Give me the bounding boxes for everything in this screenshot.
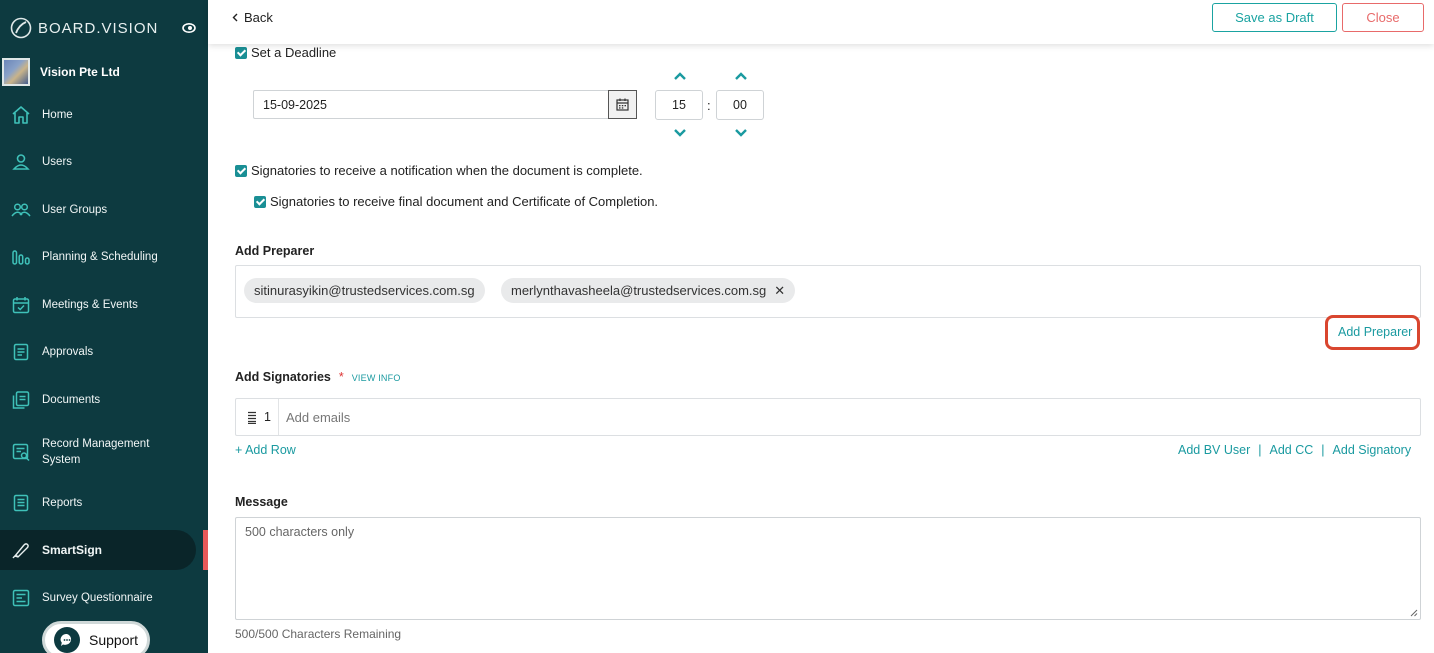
- sidebar-item-survey[interactable]: Survey Questionnaire: [0, 578, 205, 618]
- drag-handle-icon[interactable]: [247, 411, 257, 424]
- signatory-row-number: 1: [264, 410, 271, 424]
- view-info-link[interactable]: VIEW INFO: [352, 373, 401, 383]
- sidebar-item-label: Approvals: [42, 346, 94, 358]
- brand-name: BOARD.VISION: [38, 19, 159, 37]
- hour-up-chevron-icon[interactable]: [673, 72, 687, 81]
- save-draft-button[interactable]: Save as Draft: [1212, 3, 1337, 32]
- preparer-box[interactable]: sitinurasyikin@trustedservices.com.sg me…: [235, 265, 1421, 318]
- document-icon: [13, 343, 29, 361]
- preparer-chip[interactable]: sitinurasyikin@trustedservices.com.sg: [244, 278, 485, 303]
- deadline-checkbox[interactable]: [235, 46, 247, 59]
- sidebar-item-label: Reports: [42, 497, 83, 509]
- eye-icon[interactable]: [182, 22, 196, 34]
- required-mark: *: [338, 370, 344, 384]
- add-cc-link[interactable]: Add CC: [1270, 443, 1314, 457]
- sidebar-item-record-management[interactable]: Record Management System: [0, 431, 205, 473]
- survey-icon: [12, 589, 30, 607]
- sidebar-item-user-groups[interactable]: User Groups: [0, 190, 205, 230]
- sidebar-item-planning[interactable]: Planning & Scheduling: [0, 237, 205, 277]
- bars-icon: [12, 250, 30, 265]
- deadline-label: Set a Deadline: [251, 45, 337, 60]
- sidebar-item-label: Record Management System: [42, 438, 150, 466]
- pen-icon: [12, 543, 29, 559]
- signatory-row: 1 Add emails: [235, 398, 1421, 436]
- notify-label: Signatories to receive a notification wh…: [251, 163, 643, 178]
- calendar-check-icon: [12, 297, 30, 314]
- calendar-icon: [616, 98, 629, 111]
- minute-up-chevron-icon[interactable]: [734, 72, 748, 81]
- support-label: Support: [89, 632, 139, 648]
- chip-email: merlynthavasheela@trustedservices.com.sg: [511, 283, 767, 298]
- calendar-button[interactable]: [608, 90, 637, 119]
- hour-down-chevron-icon[interactable]: [673, 128, 687, 137]
- record-icon: [12, 443, 30, 462]
- highlight-box: [1325, 315, 1420, 350]
- close-button[interactable]: Close: [1342, 3, 1424, 32]
- logo-icon: [10, 17, 32, 39]
- sidebar-item-smartsign[interactable]: SmartSign: [0, 530, 196, 570]
- home-icon: [12, 106, 30, 124]
- sidebar-item-reports[interactable]: Reports: [0, 483, 205, 523]
- hour-input[interactable]: 15: [655, 90, 703, 120]
- notify-checkbox[interactable]: [235, 164, 247, 177]
- signatory-email-input[interactable]: Add emails: [286, 410, 350, 425]
- minute-down-chevron-icon[interactable]: [734, 128, 748, 137]
- deadline-checkbox-row[interactable]: Set a Deadline: [235, 45, 336, 60]
- minute-input[interactable]: 00: [716, 90, 764, 120]
- back-button[interactable]: Back: [232, 10, 273, 25]
- report-icon: [13, 494, 29, 512]
- top-bar: Back Save as Draft Close: [208, 0, 1434, 44]
- user-icon: [12, 154, 30, 170]
- sidebar-item-label: User Groups: [42, 204, 108, 216]
- add-bv-user-link[interactable]: Add BV User: [1178, 443, 1250, 457]
- sidebar-item-label: Home: [42, 109, 73, 121]
- message-title: Message: [235, 495, 288, 509]
- chip-email: sitinurasyikin@trustedservices.com.sg: [254, 283, 475, 298]
- sidebar-item-meetings[interactable]: Meetings & Events: [0, 285, 205, 325]
- sidebar-item-label: Meetings & Events: [42, 299, 138, 311]
- sidebar-item-label: Planning & Scheduling: [42, 251, 158, 263]
- back-label: Back: [244, 10, 273, 25]
- time-separator: :: [707, 98, 711, 113]
- notify-checkbox-row[interactable]: Signatories to receive a notification wh…: [235, 163, 643, 178]
- main-content: Set a Deadline 15-09-2025 15 : 00 Signat…: [208, 44, 1434, 653]
- message-textarea[interactable]: 500 characters only: [235, 517, 1421, 620]
- chevron-left-icon: [232, 13, 238, 22]
- organization[interactable]: Vision Pte Ltd: [2, 58, 120, 86]
- support-button[interactable]: Support: [42, 621, 150, 653]
- documents-icon: [12, 391, 30, 409]
- add-signatory-link[interactable]: Add Signatory: [1333, 443, 1412, 457]
- org-avatar: [2, 58, 30, 86]
- sidebar-item-label: Users: [42, 156, 73, 168]
- preparer-chip[interactable]: merlynthavasheela@trustedservices.com.sg…: [501, 278, 796, 303]
- sidebar-item-approvals[interactable]: Approvals: [0, 332, 205, 372]
- sidebar-item-label: Survey Questionnaire: [42, 592, 153, 604]
- final-doc-checkbox[interactable]: [254, 195, 266, 208]
- sidebar-item-label: SmartSign: [42, 543, 103, 557]
- sidebar-item-users[interactable]: Users: [0, 142, 205, 182]
- sidebar: BOARD.VISION Vision Pte Ltd Home Users U…: [0, 0, 208, 653]
- divider: [278, 399, 279, 435]
- add-signatories-title: Add Signatories * VIEW INFO: [235, 370, 401, 384]
- brand-logo[interactable]: BOARD.VISION: [10, 16, 158, 40]
- org-name: Vision Pte Ltd: [40, 65, 120, 79]
- message-placeholder: 500 characters only: [245, 525, 355, 539]
- characters-remaining: 500/500 Characters Remaining: [235, 627, 402, 641]
- resize-handle-icon[interactable]: [1410, 609, 1418, 617]
- chat-icon: [54, 627, 80, 653]
- remove-chip-icon[interactable]: ✕: [774, 283, 785, 299]
- users-icon: [11, 203, 31, 217]
- final-doc-label: Signatories to receive final document an…: [270, 194, 659, 209]
- add-row-link[interactable]: + Add Row: [235, 443, 296, 457]
- deadline-date-input[interactable]: 15-09-2025: [253, 90, 637, 119]
- signatory-actions: Add BV User | Add CC | Add Signatory: [1178, 443, 1411, 457]
- add-preparer-title: Add Preparer: [235, 244, 315, 258]
- final-doc-checkbox-row[interactable]: Signatories to receive final document an…: [254, 194, 658, 209]
- sidebar-item-documents[interactable]: Documents: [0, 380, 205, 420]
- separator: |: [1258, 443, 1262, 457]
- separator: |: [1321, 443, 1325, 457]
- sidebar-item-label: Documents: [42, 394, 101, 406]
- signatories-title-text: Add Signatories: [235, 370, 331, 384]
- sidebar-item-home[interactable]: Home: [0, 95, 205, 135]
